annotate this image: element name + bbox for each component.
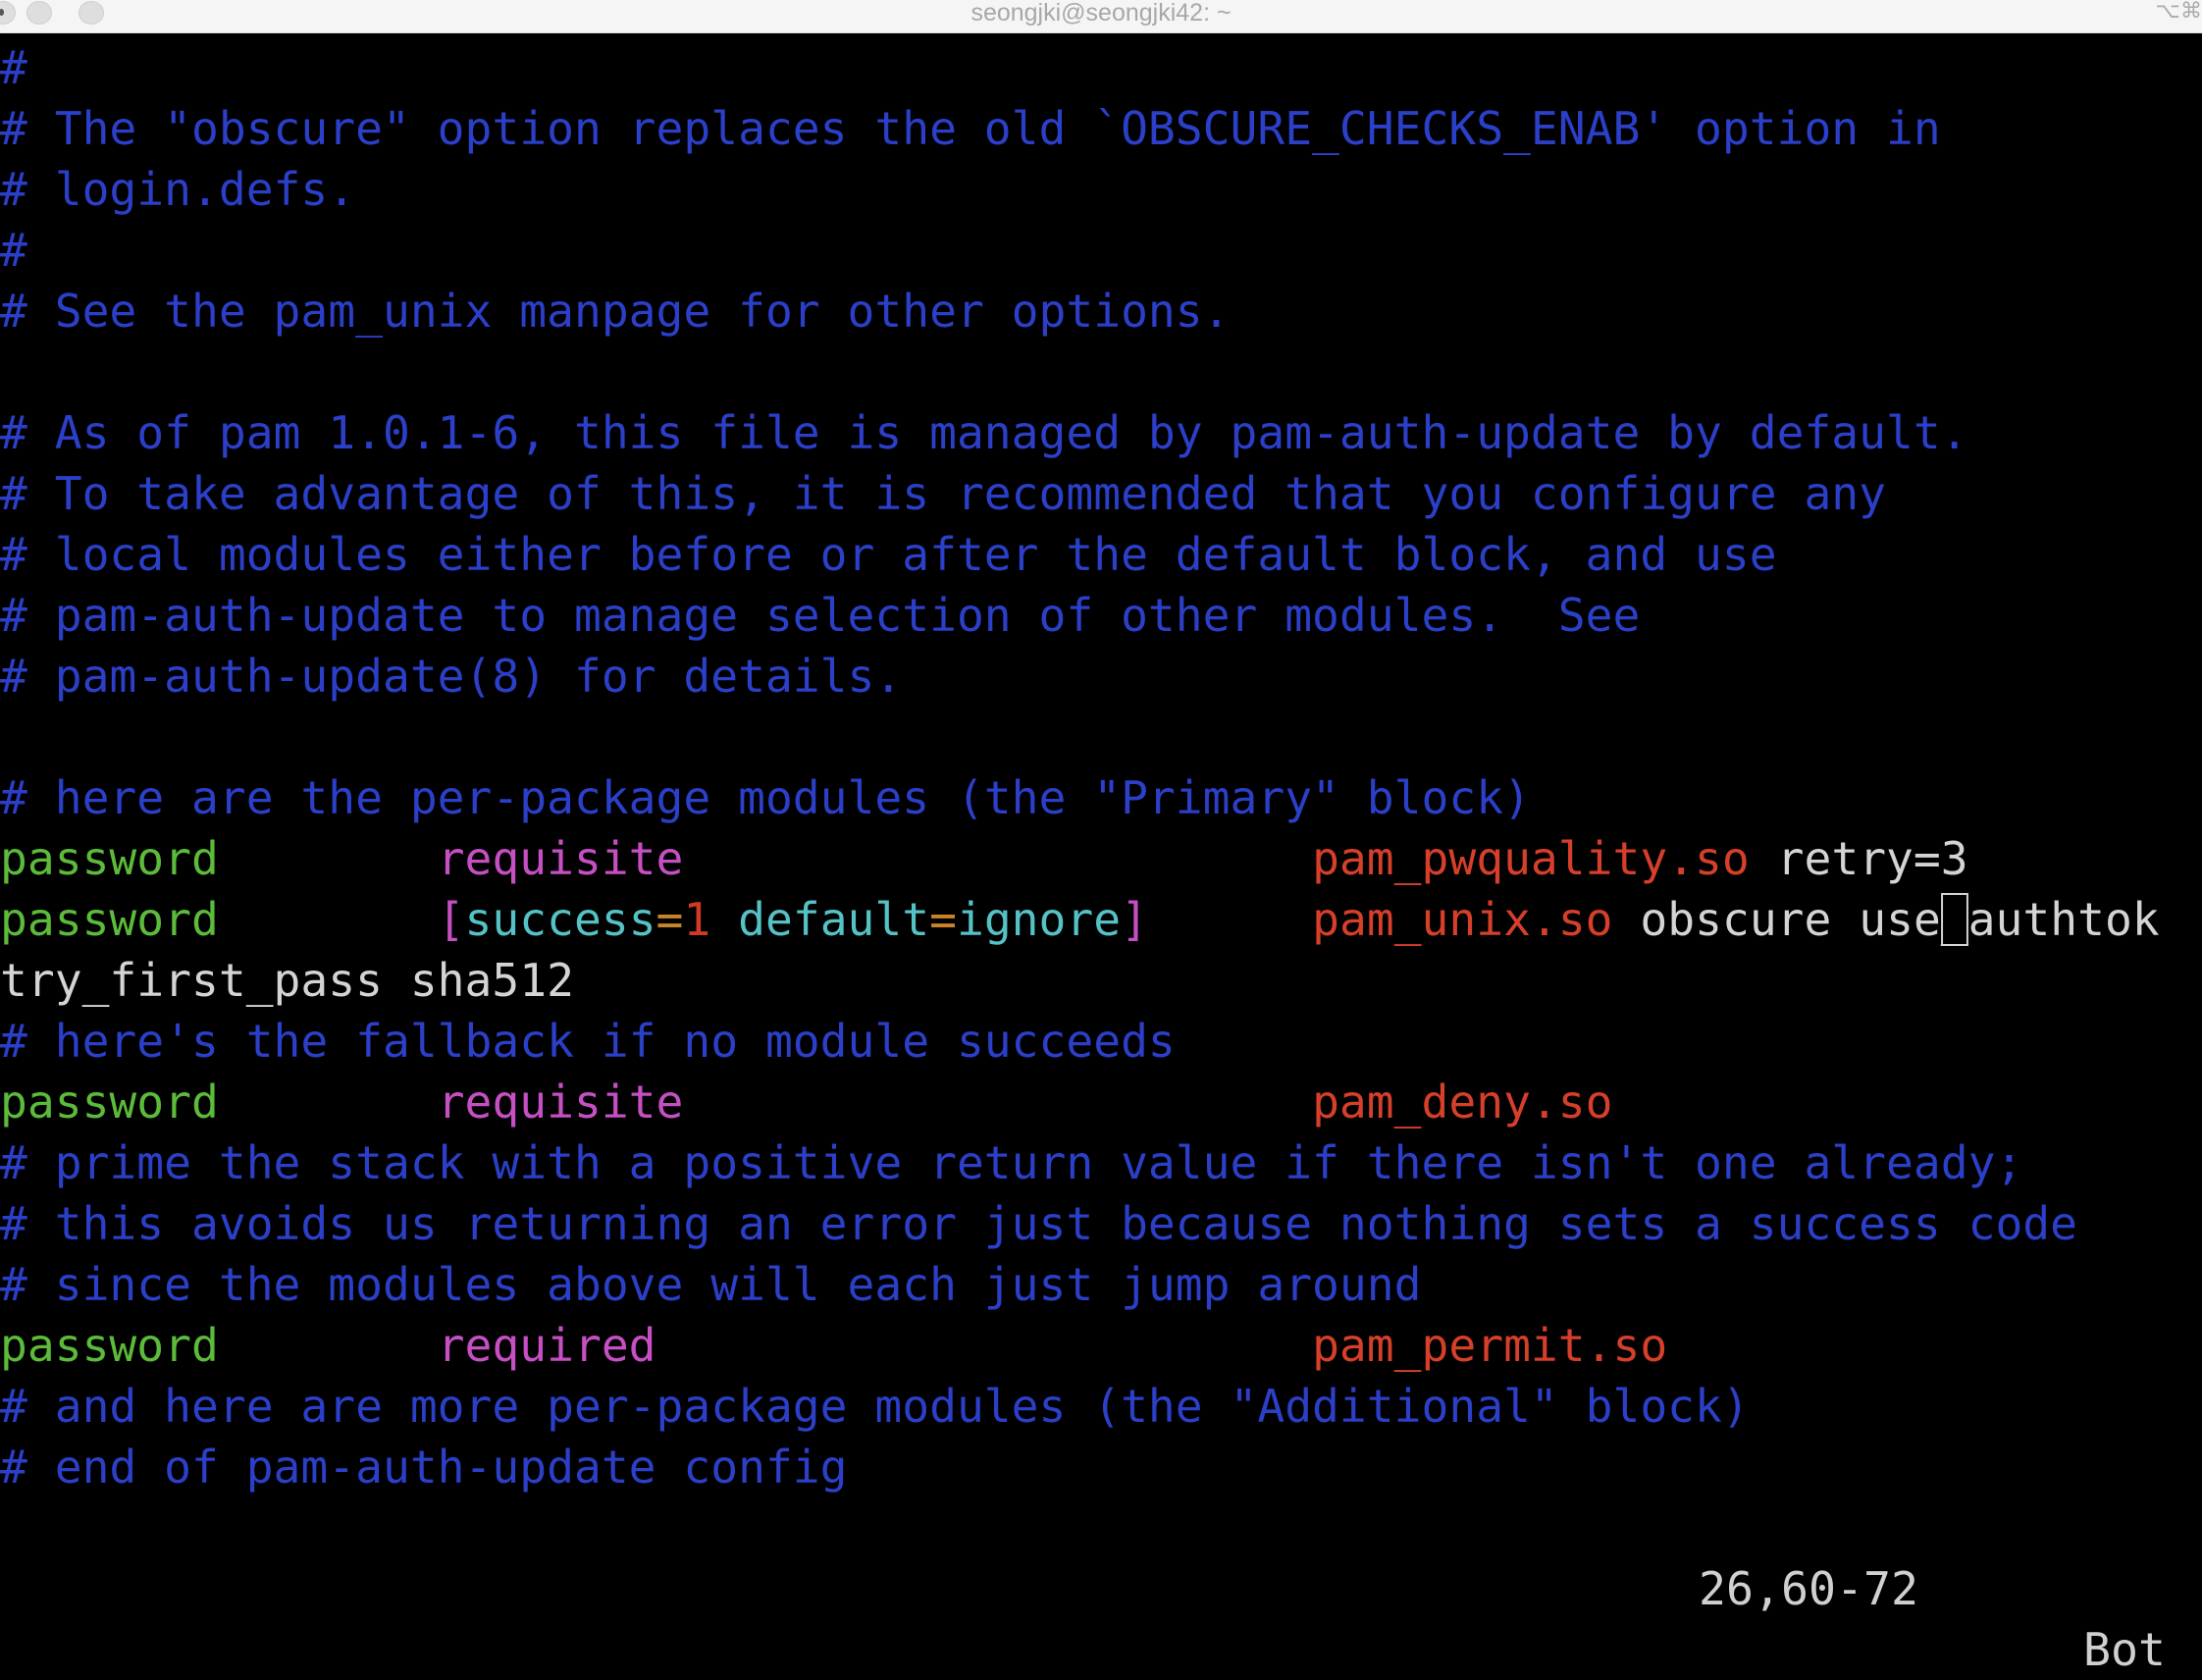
module-type: password <box>0 1076 438 1129</box>
comment-text: # pam-auth-update(8) for details. <box>0 650 903 703</box>
control-flag-part: default <box>710 893 930 946</box>
editor-line[interactable]: # pam-auth-update(8) for details. <box>0 646 2191 707</box>
comment-text: # The "obscure" option replaces the old … <box>0 102 1941 155</box>
text-cursor: _ <box>1940 893 1968 946</box>
vim-editor-buffer[interactable]: # # The "obscure" option replaces the old… <box>0 37 2202 1497</box>
module-arguments: obscure use <box>1640 893 1941 946</box>
comment-text: # end of pam-auth-update config <box>0 1441 848 1494</box>
comment-text: # <box>0 41 27 94</box>
comment-text: # this avoids us returning an error just… <box>0 1197 2078 1250</box>
control-flag-part: ] <box>1121 893 1148 946</box>
keyboard-shortcut-hint: ⌥⌘ <box>2155 0 2202 24</box>
comment-text: # here are the per-package modules (the … <box>0 771 1531 824</box>
editor-line[interactable] <box>0 707 2191 767</box>
editor-line[interactable]: try_first_pass sha512 <box>0 950 2191 1011</box>
comment-text: # See the pam_unix manpage for other opt… <box>0 285 1231 338</box>
module-type: password <box>0 893 438 946</box>
module-path: pam_permit.so <box>1312 1319 1668 1372</box>
control-flag-part: = <box>655 893 684 946</box>
editor-line[interactable]: # this avoids us returning an error just… <box>0 1193 2191 1254</box>
control-flag: required <box>437 1319 1313 1372</box>
module-path: pam_unix.so <box>1312 893 1613 946</box>
editor-line[interactable]: # The "obscure" option replaces the old … <box>0 98 2191 159</box>
module-type: password <box>0 1319 438 1372</box>
editor-line[interactable] <box>0 341 2191 402</box>
control-flag-part: [ <box>437 893 465 946</box>
comment-text: # login.defs. <box>0 163 356 216</box>
vim-statusline: 26,60-72 Bot <box>0 1497 2202 1676</box>
editor-line[interactable]: # local modules either before or after t… <box>0 524 2191 585</box>
comment-text: # local modules either before or after t… <box>0 528 1777 581</box>
comment-text: # prime the stack with a positive return… <box>0 1136 2023 1189</box>
cursor-position: 26,60-72 <box>1699 1562 1918 1615</box>
scroll-position: Bot <box>2083 1623 2166 1676</box>
editor-line[interactable]: password requisite pam_deny.so <box>0 1072 2191 1132</box>
module-type: password <box>0 832 438 885</box>
module-path: pam_deny.so <box>1312 1076 1613 1129</box>
comment-text: # To take advantage of this, it is recom… <box>0 467 1887 520</box>
editor-line[interactable]: # See the pam_unix manpage for other opt… <box>0 281 2191 341</box>
control-flag-part: ignore <box>956 893 1122 946</box>
comment-text: # pam-auth-update to manage selection of… <box>0 589 1641 642</box>
editor-line[interactable]: # since the modules above will each just… <box>0 1254 2191 1315</box>
module-arguments: retry=3 <box>1776 832 1968 885</box>
editor-line[interactable]: password requisite pam_pwquality.so retr… <box>0 828 2191 889</box>
editor-line[interactable]: # login.defs. <box>0 159 2191 220</box>
control-flag: requisite <box>437 1076 1313 1129</box>
editor-line[interactable]: # prime the stack with a positive return… <box>0 1132 2191 1193</box>
control-flag: requisite <box>437 832 1313 885</box>
module-arguments: try_first_pass sha512 <box>0 954 574 1007</box>
editor-line[interactable]: # <box>0 220 2191 281</box>
control-flag-part: = <box>929 893 957 946</box>
editor-line[interactable]: # end of pam-auth-update config <box>0 1437 2191 1497</box>
editor-line[interactable]: # and here are more per-package modules … <box>0 1376 2191 1437</box>
module-arguments: authtok <box>1967 893 2160 946</box>
comment-text: # and here are more per-package modules … <box>0 1380 1750 1433</box>
module-path: pam_pwquality.so <box>1312 832 1750 885</box>
control-flag-part: success <box>464 893 656 946</box>
editor-line[interactable]: # <box>0 37 2191 98</box>
editor-line[interactable]: # here's the fallback if no module succe… <box>0 1011 2191 1072</box>
comment-text: # <box>0 224 27 277</box>
editor-line[interactable]: password required pam_permit.so <box>0 1315 2191 1376</box>
window-title: seongjki@seongjki42: ~ <box>970 0 1232 26</box>
editor-line[interactable]: # As of pam 1.0.1-6, this file is manage… <box>0 402 2191 463</box>
comment-text: # here's the fallback if no module succe… <box>0 1015 1176 1068</box>
comment-text: # As of pam 1.0.1-6, this file is manage… <box>0 406 1968 459</box>
comment-text: # since the modules above will each just… <box>0 1258 1422 1311</box>
editor-line[interactable]: # pam-auth-update to manage selection of… <box>0 585 2191 646</box>
editor-line[interactable]: # here are the per-package modules (the … <box>0 767 2191 828</box>
editor-line[interactable]: # To take advantage of this, it is recom… <box>0 463 2191 524</box>
window-titlebar: seongjki@seongjki42: ~ ⌥⌘ <box>0 0 2202 33</box>
control-flag-part: 1 <box>683 893 711 946</box>
editor-line[interactable]: password [success=1 default=ignore] pam_… <box>0 889 2191 950</box>
